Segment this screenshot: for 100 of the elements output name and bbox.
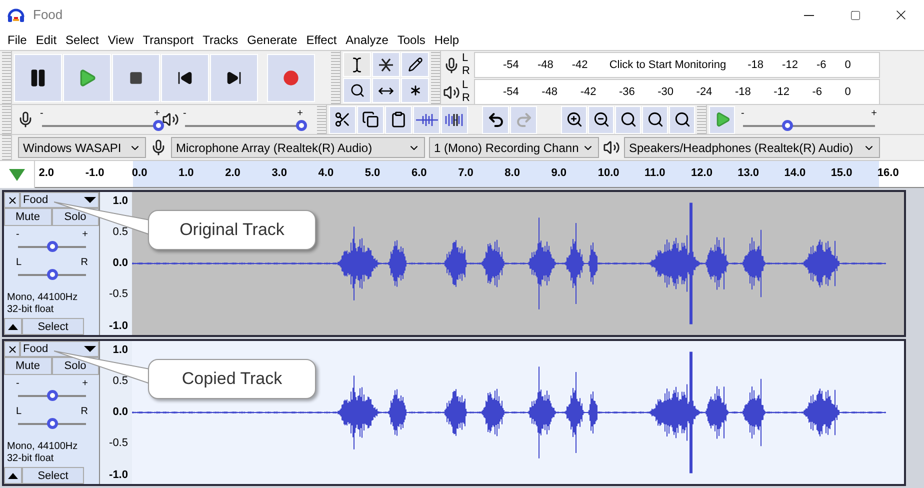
meter-tick-label: -12 [774, 84, 790, 100]
callout-bubble: Copied Track [148, 359, 316, 399]
envelope-tool[interactable] [372, 52, 400, 77]
menu-item[interactable]: Help [430, 31, 464, 49]
undo-icon [486, 110, 504, 128]
menu-item[interactable]: Effect [302, 31, 342, 49]
menu-item[interactable]: Analyze [341, 31, 393, 49]
scale-label: -0.5 [109, 287, 128, 302]
paste-button[interactable] [385, 106, 412, 134]
slider-min-label: - [16, 379, 20, 389]
meter-tick-label: -54 [503, 84, 519, 100]
level-meter[interactable]: -54 -48 -42 -36 -30 -24 -18 -12 -6 0 [474, 79, 880, 105]
fit-project-button[interactable] [642, 106, 668, 134]
select-button[interactable]: Select [22, 467, 84, 484]
zoom-out-button[interactable] [588, 106, 614, 134]
waveform-area[interactable] [132, 341, 904, 484]
trim-audio-icon [416, 112, 438, 126]
play-at-speed-button[interactable] [709, 106, 735, 134]
undo-button[interactable] [482, 106, 509, 134]
track-name-menu[interactable]: Food [20, 341, 99, 357]
fit-selection-button[interactable] [615, 106, 641, 134]
toolbar-grip[interactable] [697, 105, 707, 134]
menu-item[interactable]: Select [61, 31, 104, 49]
menu-item[interactable]: View [103, 31, 138, 49]
scale-label: 1.0 [112, 194, 128, 209]
ruler-label: 14.0 [784, 166, 807, 181]
meter-tick-label: -24 [696, 84, 712, 100]
menu-item[interactable]: Edit [31, 31, 62, 49]
collapse-button[interactable] [4, 318, 22, 335]
pencil-icon [408, 57, 422, 72]
menu-item[interactable]: Tools [392, 31, 430, 49]
copy-button[interactable] [357, 106, 384, 134]
zoom-in-button[interactable] [561, 106, 587, 134]
play-button[interactable] [63, 54, 111, 102]
multi-tool[interactable] [401, 78, 429, 103]
playback-device-dropdown[interactable]: Speakers/Headphones (Realtek(R) Audio) [624, 137, 880, 158]
clipboard-icon [390, 111, 407, 128]
audio-host-dropdown[interactable]: Windows WASAPI [18, 137, 146, 158]
slider-max-label: + [82, 230, 88, 240]
close-button[interactable] [4, 192, 20, 208]
level-meter[interactable]: -54 -48 -42 Click to Start Monitoring -18 -12 -6 0 [474, 52, 880, 78]
collapse-button[interactable] [4, 467, 22, 484]
playback-speed-thumb[interactable] [782, 120, 793, 130]
gain-slider-thumb[interactable] [47, 390, 58, 401]
zoom-tool[interactable] [343, 78, 371, 103]
silence-button[interactable] [441, 106, 468, 134]
ruler-label: 2.0 [38, 166, 56, 181]
toolbar-grip[interactable] [2, 51, 12, 104]
recording-device-dropdown[interactable]: Microphone Array (Realtek(R) Audio) [171, 137, 425, 158]
ruler-label: 10.0 [598, 166, 620, 181]
record-button[interactable] [267, 54, 315, 102]
time-shift-tool[interactable] [372, 78, 400, 103]
menu-item[interactable]: Generate [242, 31, 302, 49]
playback-volume-thumb[interactable] [296, 120, 307, 130]
redo-icon [514, 110, 532, 128]
speaker-icon [603, 139, 620, 156]
toolbar-grip[interactable] [331, 51, 341, 104]
magnifier-icon [646, 111, 664, 128]
mute-button[interactable]: Mute [4, 357, 52, 375]
callout-bubble: Original Track [148, 210, 316, 250]
microphone-icon[interactable] [443, 56, 460, 74]
zoom-in-icon [566, 111, 582, 128]
draw-tool[interactable] [401, 52, 429, 77]
magnifier-icon [620, 111, 636, 128]
toolbar-grip[interactable] [2, 135, 12, 160]
ruler-label: 5.0 [364, 166, 382, 181]
gain-slider-thumb[interactable] [47, 241, 58, 252]
stop-button[interactable] [112, 54, 160, 102]
toolbar-grip[interactable] [2, 105, 12, 134]
slider-min-label: - [40, 108, 44, 118]
ruler-label: 0.0 [132, 166, 148, 181]
menu-item[interactable]: Tracks [198, 31, 243, 49]
scale-label: 0.0 [112, 405, 128, 420]
menu-item[interactable]: Transport [138, 31, 198, 49]
close-button[interactable] [4, 341, 20, 357]
mute-button[interactable]: Mute [4, 208, 52, 226]
pause-button[interactable] [14, 54, 62, 102]
menu-item[interactable]: File [3, 31, 32, 49]
skip-to-start-button[interactable] [161, 54, 209, 102]
ruler-label: 6.0 [411, 166, 428, 181]
trim-button[interactable] [413, 106, 440, 134]
select-button[interactable]: Select [22, 318, 84, 335]
skip-to-end-icon [226, 70, 242, 86]
skip-to-end-button[interactable] [210, 54, 258, 102]
timeline-ruler[interactable]: 2.0 -1.0 0.0 1.0 2.0 3.0 4.0 5.0 6.0 7.0 8.0 9.0 10.0 11.0 12.0 13.0 14.0 15.0 16.0 [34, 161, 924, 188]
track-name-menu[interactable]: Food [20, 192, 99, 208]
toolbar-grip[interactable] [317, 105, 327, 134]
selection-tool[interactable] [343, 52, 371, 77]
ruler-label: 3.0 [272, 166, 288, 181]
toolbar-grip[interactable] [431, 51, 441, 104]
cut-button[interactable] [329, 106, 356, 134]
pan-slider-thumb[interactable] [47, 269, 58, 280]
recording-volume-thumb[interactable] [153, 120, 164, 130]
speaker-icon[interactable] [443, 84, 460, 100]
waveform-area[interactable] [132, 192, 904, 335]
recording-channels-dropdown[interactable]: 1 (Mono) Recording Chann [429, 137, 599, 158]
ruler-label: 11.0 [644, 166, 666, 181]
meter-tick-label: -12 [782, 58, 798, 73]
pan-slider-thumb[interactable] [47, 418, 58, 429]
zoom-toggle-button[interactable] [669, 106, 695, 134]
